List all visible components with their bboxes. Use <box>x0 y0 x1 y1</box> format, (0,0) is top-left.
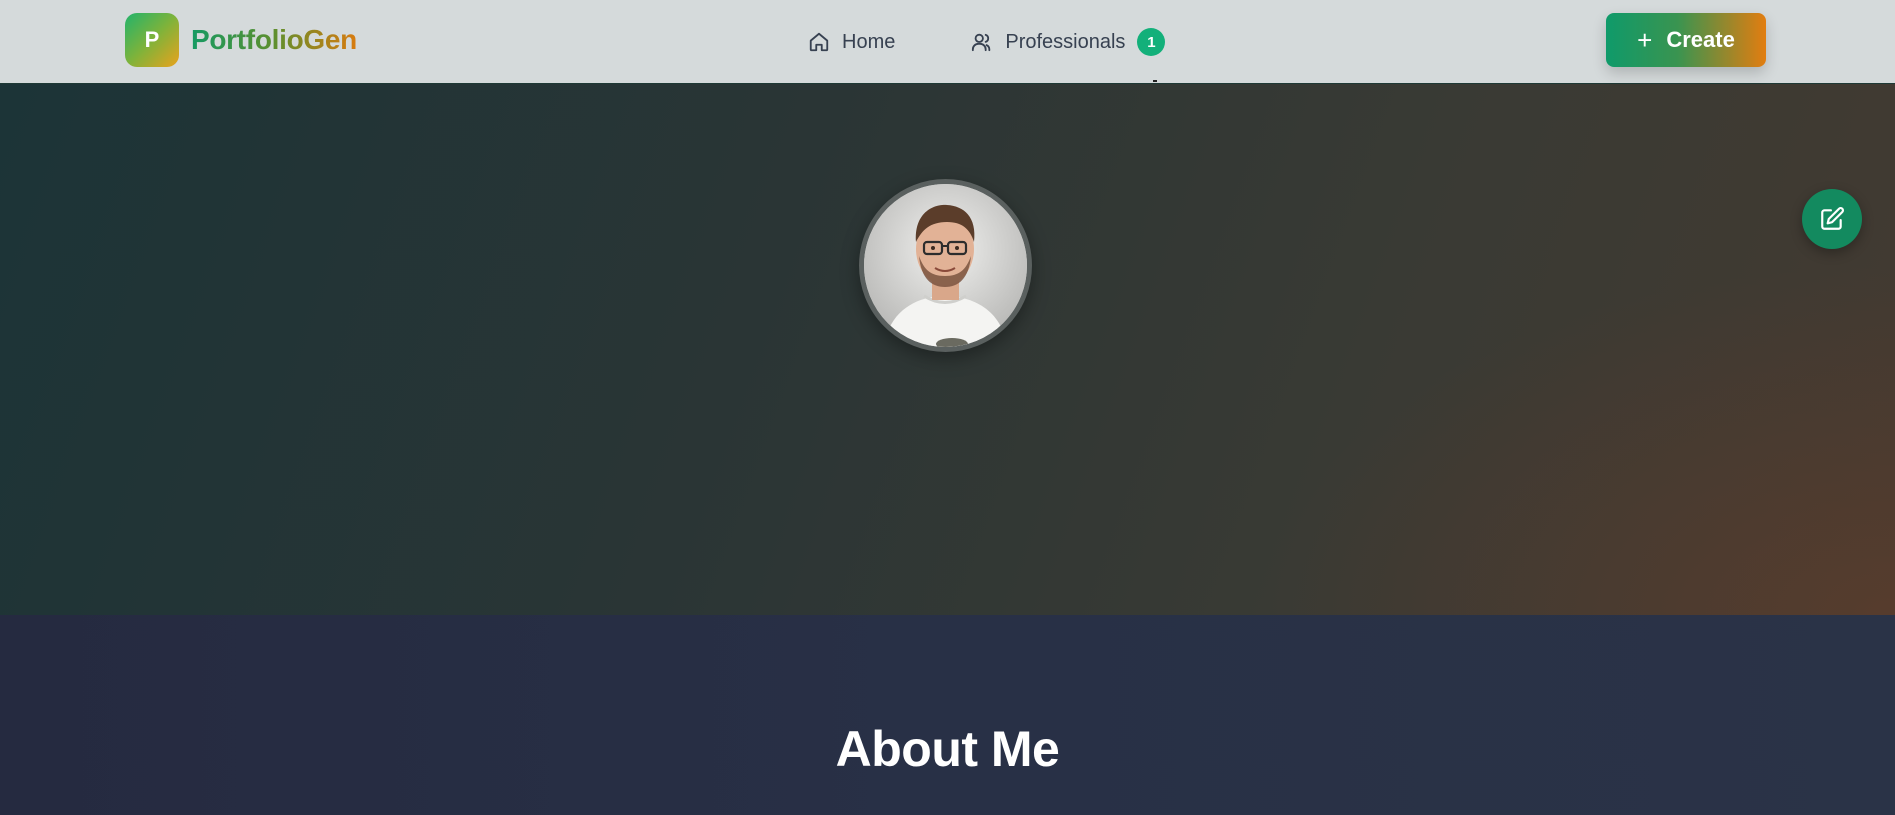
nav-indicator <box>1153 80 1157 82</box>
nav-professionals-label: Professionals <box>1005 30 1126 53</box>
nav-home-label: Home <box>842 30 896 53</box>
create-button-label: Create <box>1666 27 1735 52</box>
about-section: About Me <box>0 615 1895 815</box>
plus-icon: + <box>1637 25 1653 55</box>
professionals-count-badge: 1 <box>1137 28 1166 56</box>
brand-mark: P <box>125 13 179 67</box>
about-heading: About Me <box>835 721 1060 777</box>
home-icon <box>809 32 829 52</box>
edit-icon <box>1821 207 1844 230</box>
top-navbar: P PortfolioGen Home Professionals 1 + Cr… <box>0 0 1895 84</box>
profile-photo <box>864 184 1027 347</box>
main-nav: Home Professionals 1 <box>808 22 1166 62</box>
users-icon <box>972 33 991 52</box>
create-button[interactable]: + Create <box>1606 13 1766 67</box>
brand-logo[interactable]: P PortfolioGen <box>125 13 357 67</box>
nav-home[interactable]: Home <box>808 31 895 54</box>
profile-avatar[interactable] <box>859 179 1032 352</box>
hero-banner <box>0 84 1895 615</box>
nav-professionals[interactable]: Professionals 1 <box>971 28 1166 56</box>
edit-profile-button[interactable] <box>1802 189 1862 249</box>
brand-name: PortfolioGen <box>191 24 357 55</box>
